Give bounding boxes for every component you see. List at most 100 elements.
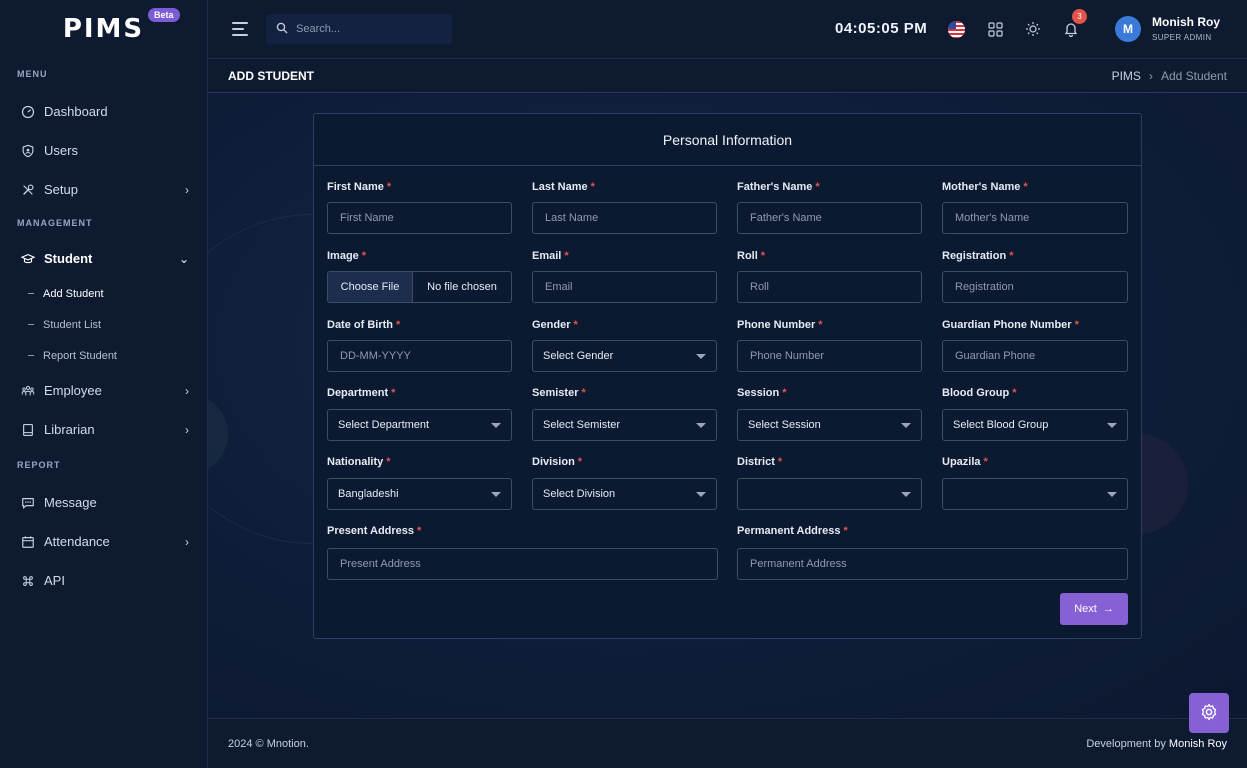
apps-grid-icon[interactable] (986, 20, 1004, 38)
sidebar-item-librarian[interactable]: Librarian › (0, 410, 207, 449)
registration-input[interactable] (942, 271, 1128, 303)
brand-logo[interactable]: PIMS (63, 14, 144, 44)
nationality-select[interactable]: Bangladeshi (327, 478, 512, 510)
permanent-address-label: Permanent Address * (737, 525, 848, 537)
email-label-text: Email (532, 250, 562, 262)
sidebar-item-api[interactable]: API (0, 561, 207, 600)
required-mark: * (782, 387, 787, 399)
semister-select[interactable]: Select Semister (532, 409, 717, 441)
calendar-icon (20, 534, 36, 550)
phone-label-text: Phone Number (737, 319, 816, 331)
choose-file-button[interactable]: Choose File (328, 272, 413, 302)
sun-icon[interactable] (1024, 20, 1042, 38)
gender-select[interactable]: Select Gender (532, 340, 717, 372)
division-label: Division * (532, 456, 582, 468)
team-icon (20, 383, 36, 399)
page-title: ADD STUDENT (228, 69, 314, 83)
blood-group-select[interactable]: Select Blood Group (942, 409, 1128, 441)
search-input[interactable] (296, 23, 436, 35)
required-mark: * (1023, 181, 1028, 193)
mother-name-label-text: Mother's Name (942, 181, 1021, 193)
email-field[interactable] (532, 271, 717, 303)
sidebar: PIMS Beta MENU Dashboard Users Setup › M… (0, 0, 208, 768)
sidebar-item-label: Message (44, 495, 97, 510)
bullet-dash (28, 293, 34, 294)
division-select[interactable]: Select Division (532, 478, 717, 510)
father-name-label-text: Father's Name (737, 181, 813, 193)
chevron-right-icon: › (185, 182, 189, 197)
credit-prefix: Development by (1086, 738, 1166, 750)
footer: 2024 © Mnotion. Development by Monish Ro… (208, 718, 1247, 768)
mother-name-input[interactable] (942, 202, 1128, 234)
department-selected: Select Department (338, 419, 430, 431)
dob-input[interactable] (327, 340, 512, 372)
sidebar-item-attendance[interactable]: Attendance › (0, 522, 207, 561)
sidebar-subitem-student-list[interactable]: Student List (0, 309, 207, 340)
father-name-input[interactable] (737, 202, 922, 234)
sidebar-item-label: Attendance (44, 534, 110, 549)
nationality-label-text: Nationality (327, 456, 384, 468)
caret-down-icon (696, 423, 706, 428)
session-select[interactable]: Select Session (737, 409, 922, 441)
present-address-label: Present Address * (327, 525, 421, 537)
permanent-address-input[interactable] (737, 548, 1128, 580)
upazila-select[interactable] (942, 478, 1128, 510)
image-label: Image * (327, 250, 366, 262)
last-name-input[interactable] (532, 202, 717, 234)
brand: PIMS Beta (0, 0, 207, 58)
sidebar-item-student[interactable]: Student ⌄ (0, 239, 207, 278)
caret-down-icon (901, 492, 911, 497)
sidebar-item-employee[interactable]: Employee › (0, 371, 207, 410)
first-name-input[interactable] (327, 202, 512, 234)
report-heading: REPORT (17, 460, 61, 470)
sidebar-item-label: Student (44, 251, 93, 266)
roll-input[interactable] (737, 271, 922, 303)
shield-user-icon (20, 143, 36, 159)
required-mark: * (581, 387, 586, 399)
guardian-phone-label: Guardian Phone Number * (942, 319, 1079, 331)
session-label-text: Session (737, 387, 780, 399)
settings-button[interactable] (1189, 693, 1229, 733)
avatar[interactable]: M (1115, 16, 1141, 42)
sidebar-item-setup[interactable]: Setup › (0, 170, 207, 209)
registration-label-text: Registration (942, 250, 1007, 262)
present-address-label-text: Present Address (327, 525, 415, 537)
user-name[interactable]: Monish Roy (1152, 15, 1220, 29)
breadcrumb-current: Add Student (1160, 69, 1227, 83)
required-mark: * (386, 181, 392, 193)
nationality-selected: Bangladeshi (338, 488, 399, 500)
search-icon (276, 22, 288, 37)
present-address-input[interactable] (327, 548, 718, 580)
phone-input[interactable] (737, 340, 922, 372)
required-mark: * (818, 319, 823, 331)
next-button[interactable]: Next → (1060, 593, 1128, 625)
card-title: Personal Information (314, 114, 1141, 166)
required-mark: * (396, 319, 401, 331)
required-mark: * (573, 319, 578, 331)
sidebar-subitem-add-student[interactable]: Add Student (0, 278, 207, 309)
required-mark: * (564, 250, 569, 262)
sidebar-item-dashboard[interactable]: Dashboard (0, 92, 207, 131)
caret-down-icon (491, 492, 501, 497)
gender-selected: Select Gender (543, 350, 614, 362)
us-flag-icon[interactable] (948, 21, 965, 38)
sidebar-subitem-report-student[interactable]: Report Student (0, 340, 207, 371)
sidebar-subitem-label: Add Student (43, 287, 104, 300)
arrow-right-icon: → (1102, 603, 1114, 615)
chevron-down-icon: ⌄ (178, 251, 189, 266)
upazila-label: Upazila * (942, 456, 988, 468)
credit-name[interactable]: Monish Roy (1169, 738, 1227, 750)
guardian-phone-input[interactable] (942, 340, 1128, 372)
sidebar-item-label: API (44, 573, 65, 588)
menu-toggle-icon[interactable] (232, 22, 250, 36)
breadcrumb-root[interactable]: PIMS (1112, 69, 1141, 83)
blood-group-label: Blood Group * (942, 387, 1017, 399)
sidebar-item-users[interactable]: Users (0, 131, 207, 170)
book-icon (20, 422, 36, 438)
sidebar-item-message[interactable]: Message (0, 483, 207, 522)
caret-down-icon (696, 492, 706, 497)
district-select[interactable] (737, 478, 922, 510)
sidebar-item-label: Librarian (44, 422, 95, 437)
blood-group-label-text: Blood Group (942, 387, 1010, 399)
department-select[interactable]: Select Department (327, 409, 512, 441)
